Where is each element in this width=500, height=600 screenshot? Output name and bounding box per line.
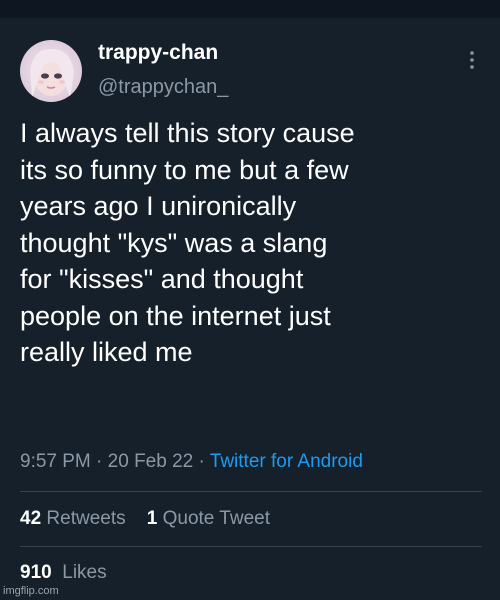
- avatar[interactable]: [20, 40, 82, 102]
- likes-label: Likes: [62, 562, 107, 583]
- user-handle[interactable]: @trappychan_: [98, 75, 228, 99]
- engagement-stats: 42 Retweets 1 Quote Tweet: [20, 507, 270, 531]
- quote-tweets-stat[interactable]: 1 Quote Tweet: [147, 508, 270, 529]
- retweets-count: 42: [20, 508, 42, 529]
- top-edge-bar: [0, 0, 500, 18]
- tweet-time[interactable]: 9:57 PM: [20, 451, 91, 472]
- likes-stat[interactable]: 910 Likes: [20, 561, 107, 585]
- tweet-metadata: 9:57 PM · 20 Feb 22 · Twitter for Androi…: [20, 450, 363, 474]
- tweet-text: I always tell this story cause its so fu…: [20, 118, 355, 367]
- retweets-label: Retweets: [46, 508, 126, 529]
- display-name[interactable]: trappy-chan: [98, 40, 218, 66]
- meta-separator: ·: [198, 451, 205, 472]
- quote-label: Quote Tweet: [162, 508, 270, 529]
- likes-count: 910: [20, 562, 52, 583]
- more-vertical-icon: [470, 51, 474, 69]
- tweet-date[interactable]: 20 Feb 22: [108, 451, 194, 472]
- watermark-text: imgflip.com: [3, 585, 59, 597]
- meta-separator: ·: [96, 451, 103, 472]
- quote-count: 1: [146, 508, 158, 529]
- retweets-stat[interactable]: 42 Retweets: [20, 508, 126, 529]
- tweet-source-link[interactable]: Twitter for Android: [210, 451, 363, 472]
- profile-avatar-icon: [20, 40, 82, 102]
- divider: [20, 491, 482, 492]
- more-options-button[interactable]: [462, 48, 482, 72]
- divider: [20, 546, 482, 547]
